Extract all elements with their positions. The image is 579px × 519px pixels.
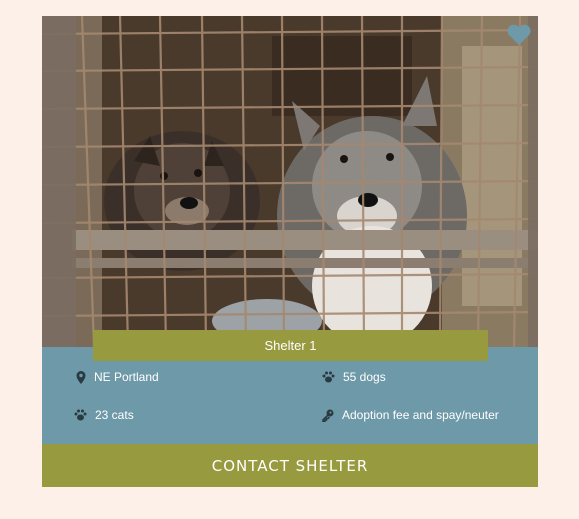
map-pin-icon <box>76 370 86 384</box>
shelter-photo <box>42 16 538 347</box>
key-icon <box>322 409 334 422</box>
shelter-card: Shelter 1 NE Portland 55 dogs 23 cats Ad… <box>42 16 538 487</box>
paw-icon <box>74 409 87 421</box>
cats-count: 23 cats <box>95 408 134 422</box>
policy-row: Adoption fee and spay/neuter <box>322 408 499 422</box>
shelter-name: Shelter 1 <box>264 338 317 353</box>
shelter-details: NE Portland 55 dogs 23 cats Adoption fee… <box>42 364 538 444</box>
dogs-row: 55 dogs <box>322 370 386 384</box>
dogs-count: 55 dogs <box>343 370 386 384</box>
shelter-name-banner: Shelter 1 <box>93 330 488 361</box>
favorite-heart-icon[interactable] <box>506 24 532 46</box>
policy-text: Adoption fee and spay/neuter <box>342 408 499 422</box>
paw-icon <box>322 371 335 383</box>
location-text: NE Portland <box>94 370 159 384</box>
contact-shelter-button[interactable]: CONTACT SHELTER <box>42 444 538 487</box>
cats-row: 23 cats <box>74 408 134 422</box>
contact-shelter-label: CONTACT SHELTER <box>211 456 369 475</box>
location-row: NE Portland <box>76 370 159 384</box>
